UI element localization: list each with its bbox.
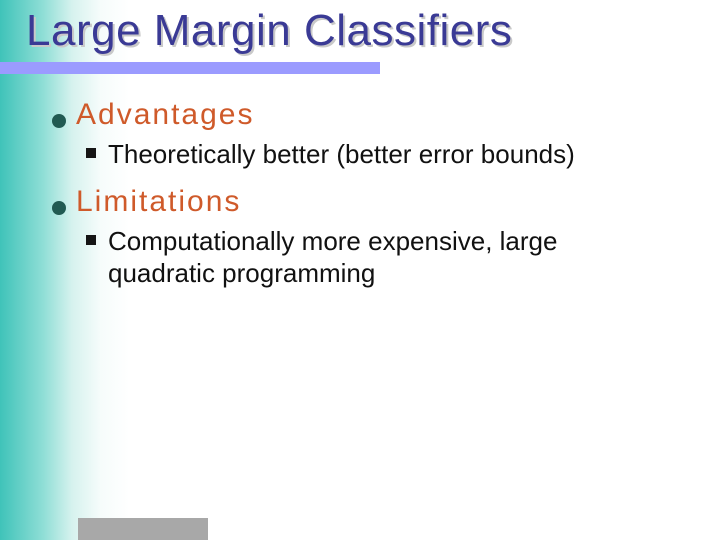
slide: Large Margin Classifiers Advantages Theo… <box>0 0 720 540</box>
square-bullet-icon <box>86 148 96 158</box>
list-item-text: Computationally more expensive, large qu… <box>108 225 668 290</box>
list-item-text: Theoretically better (better error bound… <box>108 138 575 171</box>
title-underline <box>0 62 380 74</box>
list-item: Theoretically better (better error bound… <box>86 138 700 171</box>
section-heading-limitations: Limitations <box>52 185 700 219</box>
list-item: Computationally more expensive, large qu… <box>86 225 700 290</box>
disc-bullet-icon <box>52 114 66 128</box>
section-heading-text: Advantages <box>76 98 254 132</box>
disc-bullet-icon <box>52 201 66 215</box>
square-bullet-icon <box>86 235 96 245</box>
section-heading-text: Limitations <box>76 185 241 219</box>
section-heading-advantages: Advantages <box>52 98 700 132</box>
slide-content: Advantages Theoretically better (better … <box>52 92 700 304</box>
slide-title: Large Margin Classifiers <box>26 6 512 56</box>
footer-accent-bar <box>78 518 208 540</box>
